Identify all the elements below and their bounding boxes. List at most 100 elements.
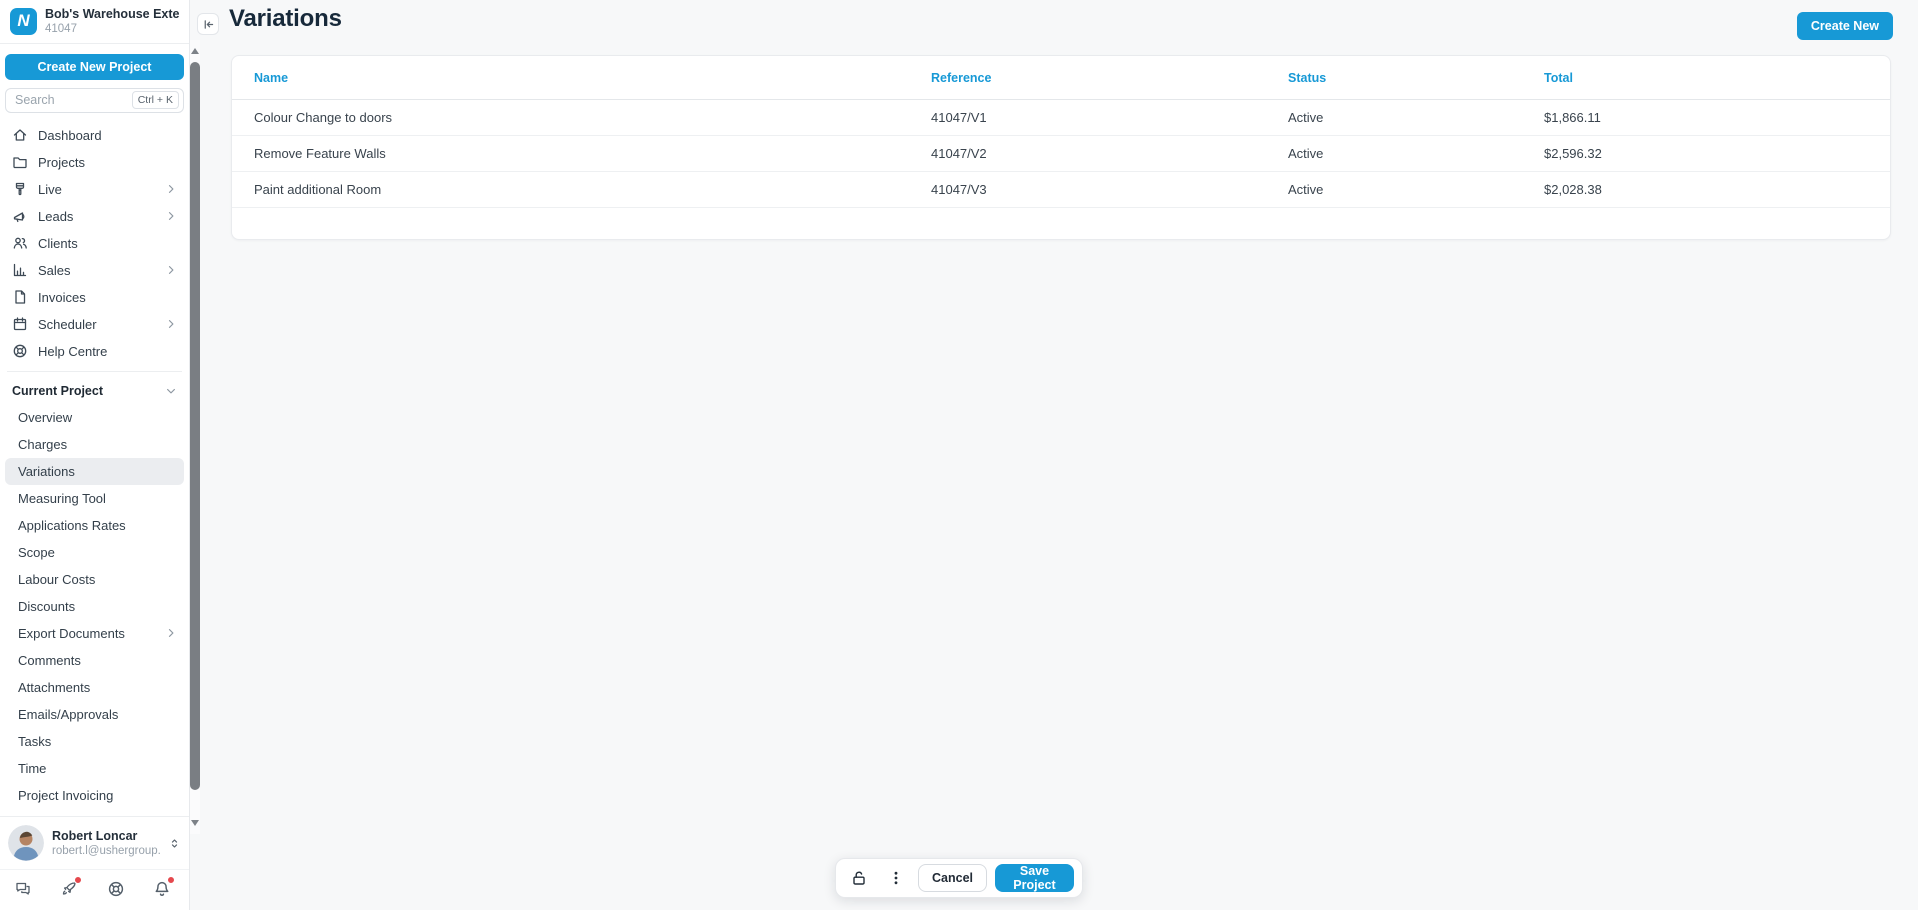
create-new-button[interactable]: Create New: [1797, 12, 1893, 40]
sidebar-item-label: Project Invoicing: [18, 788, 177, 803]
cell-reference: 41047/V1: [931, 110, 1288, 125]
current-project-section-header[interactable]: Current Project: [5, 378, 184, 404]
sidebar-item-project-costs[interactable]: Project Costs: [5, 809, 184, 816]
sidebar-item-label: Charges: [18, 437, 177, 452]
cell-status: Active: [1288, 146, 1544, 161]
sidebar-item-charges[interactable]: Charges: [5, 431, 184, 458]
column-header-name[interactable]: Name: [254, 71, 931, 85]
project-name: Bob's Warehouse Externa...: [45, 7, 179, 21]
folder-icon: [12, 154, 28, 170]
sidebar-item-invoices[interactable]: Invoices: [5, 284, 184, 311]
sidebar-item-live[interactable]: Live: [5, 176, 184, 203]
search-box[interactable]: Ctrl + K: [5, 88, 184, 112]
cell-total: $1,866.11: [1544, 110, 1868, 125]
sidebar-item-label: Live: [38, 182, 155, 197]
sidebar-item-label: Dashboard: [38, 128, 177, 143]
sidebar-item-label: Help Centre: [38, 344, 177, 359]
chevron-down-icon: [165, 385, 177, 397]
sidebar-item-time[interactable]: Time: [5, 755, 184, 782]
save-project-button[interactable]: Save Project: [995, 864, 1074, 892]
sidebar-item-overview[interactable]: Overview: [5, 404, 184, 431]
sidebar-item-export-documents[interactable]: Export Documents: [5, 620, 184, 647]
scroll-up-arrow[interactable]: [191, 48, 199, 54]
sidebar-item-projects[interactable]: Projects: [5, 149, 184, 176]
lifebuoy-icon: [12, 343, 28, 359]
calendar-icon: [12, 316, 28, 332]
collapse-left-icon: [202, 18, 215, 31]
sidebar-item-tasks[interactable]: Tasks: [5, 728, 184, 755]
sidebar-item-label: Emails/Approvals: [18, 707, 177, 722]
notification-dot: [167, 876, 175, 884]
sidebar-item-label: Sales: [38, 263, 155, 278]
bar-chart-icon: [12, 262, 28, 278]
sidebar-item-label: Projects: [38, 155, 177, 170]
sidebar: N Bob's Warehouse Externa... 41047 Creat…: [0, 0, 190, 910]
sidebar-item-label: Time: [18, 761, 177, 776]
chevron-up-down-icon: [168, 837, 181, 850]
sidebar-item-label: Labour Costs: [18, 572, 177, 587]
column-header-status[interactable]: Status: [1288, 71, 1544, 85]
chevron-right-icon: [165, 183, 177, 195]
sidebar-item-help-centre[interactable]: Help Centre: [5, 338, 184, 365]
sidebar-scrollbar[interactable]: [190, 40, 200, 834]
sidebar-item-label: Discounts: [18, 599, 177, 614]
app-logo-icon: N: [10, 8, 37, 35]
sidebar-item-label: Export Documents: [18, 626, 155, 641]
scrollbar-thumb[interactable]: [190, 62, 200, 790]
sidebar-item-sales[interactable]: Sales: [5, 257, 184, 284]
chevron-right-icon: [165, 627, 177, 639]
sidebar-item-measuring-tool[interactable]: Measuring Tool: [5, 485, 184, 512]
sidebar-item-variations[interactable]: Variations: [5, 458, 184, 485]
sidebar-item-label: Comments: [18, 653, 177, 668]
chat-icon[interactable]: [14, 880, 32, 898]
sidebar-item-label: Scope: [18, 545, 177, 560]
sidebar-item-leads[interactable]: Leads: [5, 203, 184, 230]
sidebar-nav: Dashboard Projects Live Leads Clients Sa…: [0, 117, 189, 816]
search-shortcut-badge: Ctrl + K: [132, 91, 179, 109]
sidebar-item-discounts[interactable]: Discounts: [5, 593, 184, 620]
file-icon: [12, 289, 28, 305]
sidebar-item-comments[interactable]: Comments: [5, 647, 184, 674]
table-row[interactable]: Paint additional Room 41047/V3 Active $2…: [232, 172, 1890, 208]
sidebar-item-attachments[interactable]: Attachments: [5, 674, 184, 701]
sidebar-item-project-invoicing[interactable]: Project Invoicing: [5, 782, 184, 809]
sidebar-item-applications-rates[interactable]: Applications Rates: [5, 512, 184, 539]
divider: [7, 371, 182, 372]
home-icon: [12, 127, 28, 143]
column-header-reference[interactable]: Reference: [931, 71, 1288, 85]
megaphone-icon: [12, 208, 28, 224]
cell-reference: 41047/V3: [931, 182, 1288, 197]
sidebar-item-emails-approvals[interactable]: Emails/Approvals: [5, 701, 184, 728]
table-row[interactable]: Colour Change to doors 41047/V1 Active $…: [232, 100, 1890, 136]
sidebar-item-label: Applications Rates: [18, 518, 177, 533]
user-menu[interactable]: Robert Loncar robert.l@ushergroup....: [0, 817, 189, 869]
search-input[interactable]: [15, 93, 132, 107]
rocket-icon[interactable]: [60, 880, 78, 898]
cancel-button[interactable]: Cancel: [918, 864, 987, 892]
scroll-down-arrow[interactable]: [191, 820, 199, 826]
cell-total: $2,028.38: [1544, 182, 1868, 197]
unlock-icon[interactable]: [844, 869, 874, 887]
cell-status: Active: [1288, 110, 1544, 125]
sidebar-item-scheduler[interactable]: Scheduler: [5, 311, 184, 338]
sidebar-item-labour-costs[interactable]: Labour Costs: [5, 566, 184, 593]
table-header-row: Name Reference Status Total: [232, 56, 1890, 100]
sidebar-item-scope[interactable]: Scope: [5, 539, 184, 566]
table-row[interactable]: Remove Feature Walls 41047/V2 Active $2,…: [232, 136, 1890, 172]
create-new-project-button[interactable]: Create New Project: [5, 54, 184, 80]
sidebar-item-label: Tasks: [18, 734, 177, 749]
lifebuoy-icon[interactable]: [107, 880, 125, 898]
kebab-menu-icon[interactable]: [882, 870, 910, 886]
project-switcher[interactable]: N Bob's Warehouse Externa... 41047: [0, 0, 189, 44]
cell-name: Remove Feature Walls: [254, 146, 931, 161]
save-action-bar: Cancel Save Project: [835, 858, 1083, 898]
sidebar-item-clients[interactable]: Clients: [5, 230, 184, 257]
sidebar-item-label: Measuring Tool: [18, 491, 177, 506]
column-header-total[interactable]: Total: [1544, 71, 1868, 85]
collapse-sidebar-button[interactable]: [197, 13, 219, 35]
cell-reference: 41047/V2: [931, 146, 1288, 161]
user-email: robert.l@ushergroup....: [52, 845, 160, 857]
sidebar-item-dashboard[interactable]: Dashboard: [5, 122, 184, 149]
sidebar-item-label: Attachments: [18, 680, 177, 695]
bell-icon[interactable]: [153, 880, 171, 898]
